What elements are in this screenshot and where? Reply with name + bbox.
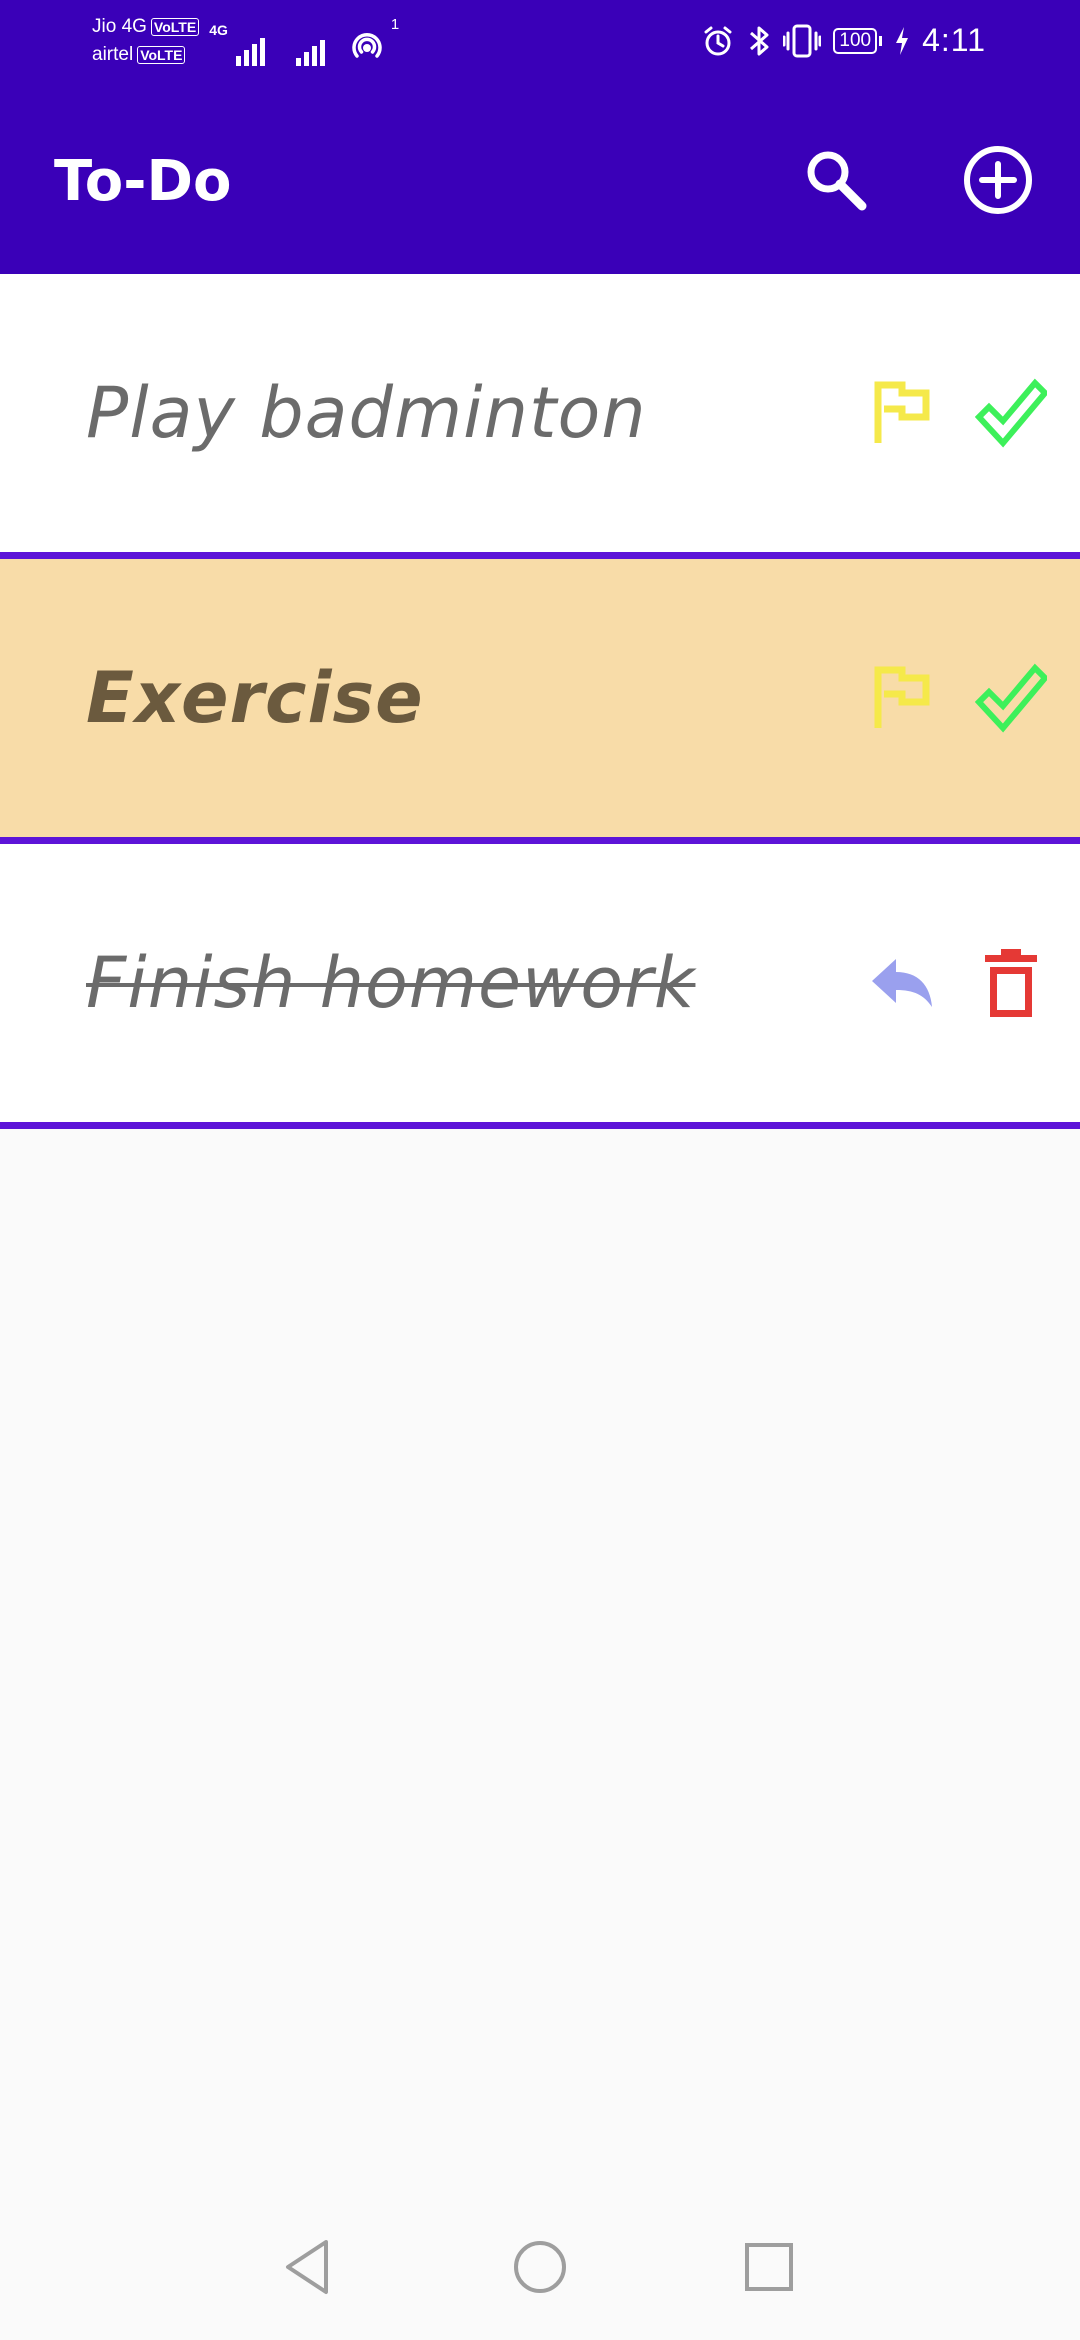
- battery-icon: 100: [833, 27, 883, 54]
- trash-icon: [985, 949, 1037, 1017]
- task-text: Finish homework: [86, 942, 696, 1024]
- app-bar: To-Do: [0, 88, 1080, 274]
- back-icon: [286, 2240, 328, 2294]
- flag-icon: [874, 381, 930, 443]
- status-time: 4:11: [922, 22, 986, 58]
- check-icon: [974, 663, 1050, 733]
- complete-button[interactable]: [974, 662, 1050, 734]
- task-row[interactable]: Play badminton: [0, 274, 1080, 559]
- volte-badge-1: VoLTE: [150, 18, 200, 36]
- recents-icon: [745, 2243, 793, 2291]
- recents-button[interactable]: [734, 2232, 804, 2302]
- vibrate-icon: [783, 24, 822, 57]
- alarm-icon: [704, 26, 732, 55]
- undo-icon: [872, 959, 932, 1007]
- home-icon: [514, 2241, 566, 2293]
- task-row[interactable]: Finish homework: [0, 844, 1080, 1129]
- navigation-bar: [0, 2196, 1080, 2340]
- status-bar-left: Jio 4G VoLTE airtel VoLTE 4G 1: [92, 14, 399, 68]
- signal-icon: [285, 30, 326, 66]
- volte-badge-2: VoLTE: [137, 46, 186, 64]
- home-button[interactable]: [505, 2232, 575, 2302]
- task-list: Play badminton Exercise Finish homework: [0, 274, 1080, 1129]
- task-text: Play badminton: [86, 372, 647, 454]
- undo-button[interactable]: [866, 947, 938, 1019]
- task-row[interactable]: Exercise: [0, 559, 1080, 844]
- charging-icon: [896, 26, 909, 55]
- bluetooth-icon: [750, 26, 769, 55]
- status-bar: Jio 4G VoLTE airtel VoLTE 4G 1 100 4:11: [0, 0, 1080, 88]
- flag-button[interactable]: [866, 377, 938, 449]
- status-bar-right: 100 4:11: [701, 22, 986, 59]
- add-circle-icon: [964, 146, 1032, 214]
- carrier-1-name: Jio 4G: [92, 16, 147, 37]
- carrier-2-name: airtel: [92, 44, 134, 65]
- task-text: Exercise: [86, 657, 424, 739]
- complete-button[interactable]: [974, 377, 1050, 449]
- search-button[interactable]: [800, 144, 870, 214]
- check-icon: [974, 378, 1050, 448]
- delete-button[interactable]: [975, 947, 1047, 1019]
- back-button[interactable]: [274, 2232, 344, 2302]
- flag-button[interactable]: [866, 662, 938, 734]
- app-title: To-Do: [54, 149, 232, 214]
- add-task-button[interactable]: [962, 144, 1034, 216]
- flag-icon: [874, 666, 930, 728]
- hotspot-count: 1: [390, 16, 400, 33]
- signal-4g-icon: 4G: [209, 22, 266, 66]
- search-icon: [807, 151, 867, 211]
- network-tag: 4G: [209, 22, 228, 38]
- battery-level: 100: [833, 27, 878, 54]
- hotspot-icon: 1: [345, 16, 399, 66]
- carrier-info: Jio 4G VoLTE airtel VoLTE: [92, 14, 200, 68]
